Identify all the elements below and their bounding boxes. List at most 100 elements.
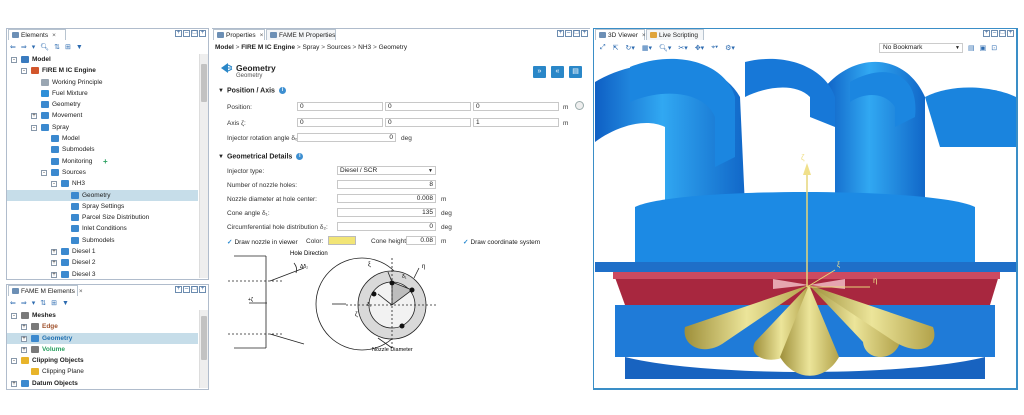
tree-item[interactable]: Model — [7, 133, 198, 144]
bookmark-select[interactable]: No Bookmark ▼ — [879, 43, 963, 53]
export-icon[interactable]: ⊡ — [991, 44, 997, 52]
cone-angle-field[interactable]: 135 — [337, 208, 436, 217]
elements-scrollbar[interactable] — [199, 54, 208, 278]
sort-icon[interactable]: ⇅ — [54, 43, 60, 51]
tree-item[interactable]: Fuel Mixture — [7, 88, 198, 99]
cone-height-field[interactable]: 0.08 — [406, 236, 436, 245]
breadcrumb-item[interactable]: Spray — [302, 44, 319, 51]
expand-icon[interactable]: + — [51, 271, 57, 278]
restore-icon[interactable]: □ — [191, 30, 198, 37]
breadcrumb-item[interactable]: NH3 — [358, 44, 371, 51]
dropdown-icon[interactable]: ▾ — [32, 299, 36, 307]
tree-item[interactable]: + Movement — [7, 110, 198, 121]
add-bookmark-icon[interactable]: ▤ — [968, 44, 975, 52]
tree-item[interactable]: + Diesel 3 — [7, 269, 198, 280]
section-geometrical-details[interactable]: ▼ Geometrical Details i — [218, 153, 304, 160]
tree-item[interactable]: + Volume — [7, 344, 198, 355]
tree-item[interactable]: Clipping Plane — [7, 366, 198, 377]
tree-item[interactable]: - Spray — [7, 122, 198, 133]
maximize-icon[interactable]: + — [199, 30, 206, 37]
position-y-field[interactable]: 0 — [385, 102, 471, 111]
tree-item[interactable]: Geometry — [7, 99, 198, 110]
maximize-icon[interactable]: + — [199, 286, 206, 293]
tree-item[interactable]: + Diesel 1 — [7, 246, 198, 257]
tree-item[interactable]: Spray Settings — [7, 201, 198, 212]
tree-item[interactable]: Inlet Conditions — [7, 223, 198, 234]
breadcrumb-item[interactable]: Model — [215, 44, 234, 51]
info-icon[interactable]: i — [296, 153, 304, 160]
tree-item[interactable]: - Sources — [7, 167, 198, 178]
circ-distribution-field[interactable]: 0 — [337, 222, 436, 231]
forward-icon[interactable]: ⇒ — [21, 299, 27, 307]
draw-coordinate-checkbox[interactable]: ✓ Draw coordinate system — [463, 238, 540, 246]
section-position-axis[interactable]: ▼ Position / Axis i — [218, 87, 286, 94]
close-icon[interactable]: × — [79, 288, 83, 295]
collapse-icon[interactable]: - — [11, 57, 17, 63]
breadcrumb-item[interactable]: Geometry — [379, 44, 408, 51]
minimize-icon[interactable]: – — [565, 30, 572, 37]
breadcrumb-item[interactable]: FIRE M IC Engine — [241, 44, 295, 51]
draw-nozzle-checkbox[interactable]: ✓ Draw nozzle in viewer — [227, 238, 298, 246]
maximize-icon[interactable]: + — [581, 30, 588, 37]
tree-item[interactable]: - NH3 — [7, 178, 198, 189]
expand-icon[interactable]: + — [51, 249, 57, 256]
forward-icon[interactable]: ⇒ — [21, 43, 27, 51]
axis-y-field[interactable]: 0 — [385, 118, 471, 127]
expand-icon[interactable]: + — [21, 324, 27, 331]
tab-live-scripting[interactable]: Live Scripting — [646, 29, 704, 40]
filter-icon[interactable]: ▼ — [76, 44, 83, 51]
collapse-icon[interactable]: - — [11, 358, 17, 365]
add-icon[interactable]: + — [175, 30, 182, 37]
collapse-icon[interactable]: - — [11, 313, 17, 319]
position-x-field[interactable]: 0 — [297, 102, 383, 111]
info-icon[interactable]: i — [278, 87, 286, 94]
expand-icon[interactable]: + — [21, 346, 27, 353]
cut-icon[interactable]: ✂▾ — [678, 44, 687, 52]
tab-fame-properties[interactable]: FAME M Properties — [266, 29, 336, 40]
axes-icon[interactable]: ✥▾ — [695, 44, 704, 52]
injector-type-select[interactable]: Diesel / SCR ▼ — [337, 166, 436, 175]
rotation-field[interactable]: 0 — [297, 133, 396, 142]
tree-item[interactable]: + Diesel 2 — [7, 257, 198, 268]
tree-item[interactable]: - FIRE M IC Engine — [7, 65, 198, 76]
minimize-icon[interactable]: – — [991, 30, 998, 37]
close-icon[interactable]: × — [52, 32, 56, 39]
expand-all-button[interactable]: « — [551, 66, 564, 78]
tab-elements[interactable]: Elements × — [8, 29, 66, 40]
pick-icon[interactable] — [575, 101, 584, 110]
tab-properties[interactable]: Properties × — [213, 29, 265, 40]
back-icon[interactable]: ⇐ — [10, 299, 16, 307]
minimize-icon[interactable]: – — [183, 286, 190, 293]
restore-icon[interactable]: □ — [999, 30, 1006, 37]
breadcrumb-item[interactable]: Sources — [327, 44, 351, 51]
tree-item[interactable]: Submodels — [7, 144, 198, 155]
collapse-icon[interactable]: - — [31, 124, 37, 131]
search-icon[interactable]: 🔍︎ — [40, 43, 49, 51]
minimize-icon[interactable]: – — [183, 30, 190, 37]
zoom-icon[interactable]: 🔍︎▾ — [659, 44, 671, 52]
dropdown-icon[interactable]: ▾ — [32, 43, 36, 51]
position-z-field[interactable]: 0 — [473, 102, 559, 111]
collapse-icon[interactable]: - — [21, 68, 27, 75]
expand-icon[interactable]: + — [31, 113, 37, 120]
tree-item[interactable]: - Model — [7, 54, 198, 65]
maximize-icon[interactable]: + — [1007, 30, 1014, 37]
tree-item[interactable]: - Meshes — [7, 310, 198, 321]
add-icon[interactable]: + — [983, 30, 990, 37]
expand-icon[interactable]: + — [51, 260, 57, 267]
rotate-icon[interactable]: ↻▾ — [625, 44, 634, 52]
restore-icon[interactable]: □ — [191, 286, 198, 293]
diameter-field[interactable]: 0.008 — [337, 194, 436, 203]
collapse-all-button[interactable]: » — [533, 66, 546, 78]
expand-icon[interactable]: + — [11, 380, 17, 387]
tree-item[interactable]: - Clipping Objects — [7, 355, 198, 366]
expand-icon[interactable]: + — [21, 335, 27, 342]
tree-item[interactable]: Working Principle — [7, 77, 198, 88]
collapse-icon[interactable]: - — [41, 169, 47, 176]
axis-x-field[interactable]: 0 — [297, 118, 383, 127]
tab-fame-elements[interactable]: FAME M Elements × — [8, 285, 83, 296]
axis-z-field[interactable]: 1 — [473, 118, 559, 127]
tree-item[interactable]: Geometry — [7, 189, 198, 201]
display-icon[interactable]: ▦▾ — [642, 44, 652, 52]
filter-icon[interactable]: ▼ — [62, 300, 69, 307]
